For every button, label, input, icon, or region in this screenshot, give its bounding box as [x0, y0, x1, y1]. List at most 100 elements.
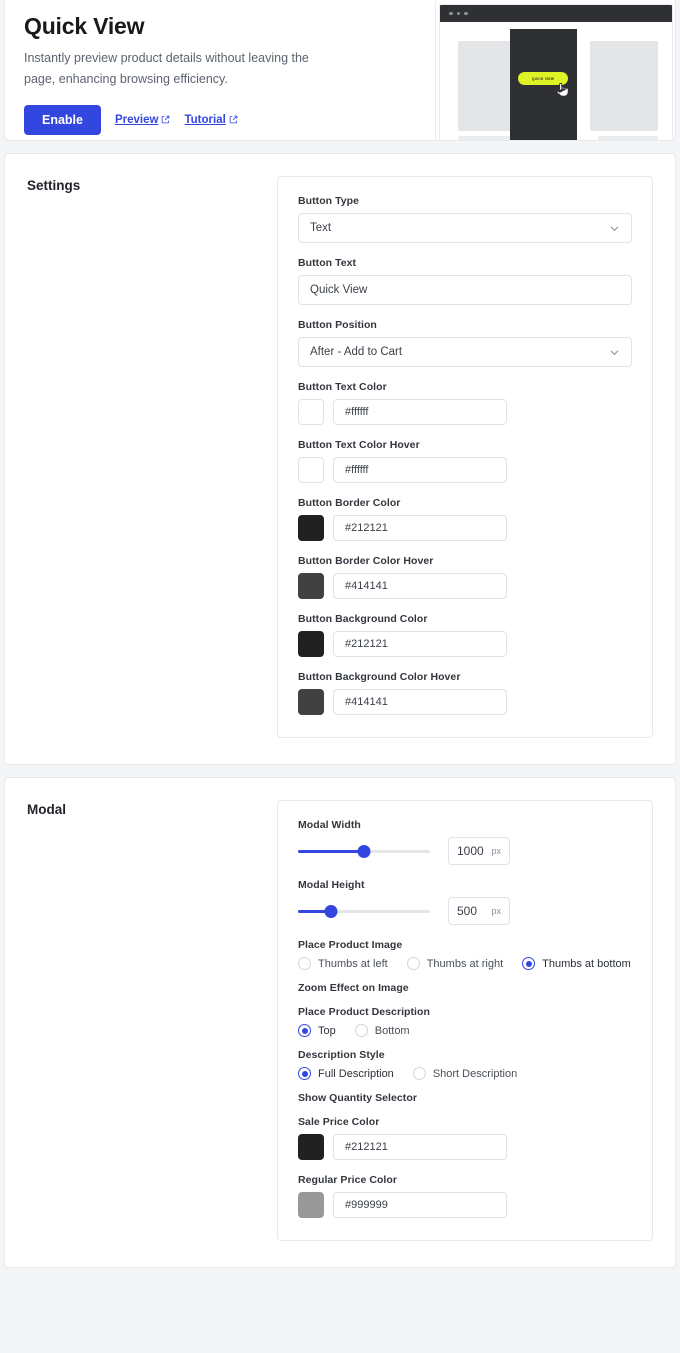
color-swatch[interactable]: [298, 573, 324, 599]
toggle-knob: [285, 1112, 296, 1123]
color-label: Button Background Color: [298, 613, 428, 625]
color-swatch[interactable]: [298, 457, 324, 483]
field-place-product-image: Place Product Image Thumbs at left Thumb…: [298, 939, 632, 970]
color-swatch[interactable]: [298, 631, 324, 657]
radio-label: Bottom: [374, 1024, 410, 1037]
color-hex-input[interactable]: #ffffff: [333, 399, 507, 425]
radio-icon-selected: [298, 1024, 311, 1037]
radio-label: Thumbs at left: [318, 957, 388, 970]
color-picker-row: #414141: [298, 573, 632, 599]
button-type-value: Text: [310, 222, 332, 234]
modal-width-value: 1000: [457, 844, 484, 858]
color-hex-input[interactable]: #212121: [333, 1134, 507, 1160]
window-dot-icon: [456, 11, 460, 16]
field-modal-height: Modal Height 500 px: [298, 879, 632, 925]
field-zoom-effect: Zoom Effect on Image: [285, 982, 632, 1013]
color-picker-row: #414141: [298, 689, 632, 715]
external-link-icon: [162, 116, 170, 124]
field-sale-price-color: Sale Price Color #212121: [298, 1116, 632, 1160]
radio-icon-selected: [522, 957, 536, 970]
place-product-description-radios: Top Bottom: [298, 1024, 632, 1037]
modal-height-slider[interactable]: [298, 903, 430, 919]
color-hex-value: #212121: [345, 1141, 388, 1153]
text-placeholder: [598, 136, 658, 140]
radio-label: Thumbs at bottom: [542, 957, 631, 970]
browser-mockup: QUICK VIEW: [439, 4, 673, 140]
color-label: Button Border Color: [298, 497, 401, 509]
zoom-effect-label: Zoom Effect on Image: [298, 982, 409, 994]
radio-description-top[interactable]: Top: [298, 1024, 336, 1037]
place-product-description-label: Place Product Description: [298, 1006, 430, 1018]
radio-short-description[interactable]: Short Description: [412, 1067, 518, 1080]
color-hex-input[interactable]: #ffffff: [333, 457, 507, 483]
color-swatch[interactable]: [298, 515, 324, 541]
radio-icon: [406, 957, 420, 970]
slider-thumb[interactable]: [324, 904, 338, 918]
radio-icon: [354, 1024, 368, 1037]
modal-height-unit: px: [491, 906, 501, 916]
button-text-input[interactable]: Quick View: [298, 275, 632, 305]
browser-content: QUICK VIEW: [440, 22, 672, 140]
button-position-select[interactable]: After - Add to Cart: [298, 337, 632, 367]
modal-section: Modal Modal Width 1000 px Modal Height 5…: [4, 777, 676, 1268]
modal-fields-panel: Modal Width 1000 px Modal Height 500 px …: [277, 800, 653, 1241]
radio-thumbs-at-left[interactable]: Thumbs at left: [298, 957, 388, 970]
header-actions: Enable Preview Tutorial: [24, 104, 435, 136]
modal-width-row: 1000 px: [298, 837, 632, 865]
color-label: Button Text Color Hover: [298, 439, 420, 451]
radio-thumbs-at-bottom[interactable]: Thumbs at bottom: [522, 957, 631, 970]
color-swatch[interactable]: [298, 399, 324, 425]
field-button-background-color: Button Background Color #212121: [298, 613, 632, 657]
radio-label: Short Description: [432, 1067, 518, 1080]
color-swatch[interactable]: [298, 1134, 324, 1160]
show-quantity-selector-label: Show Quantity Selector: [298, 1092, 417, 1104]
button-type-label: Button Type: [298, 195, 360, 207]
color-swatch[interactable]: [298, 689, 324, 715]
radio-full-description[interactable]: Full Description: [298, 1067, 394, 1080]
page-title: Quick View: [24, 13, 145, 39]
color-hex-input[interactable]: #212121: [333, 631, 507, 657]
tutorial-link[interactable]: Tutorial: [184, 113, 238, 126]
button-position-label: Button Position: [298, 319, 377, 331]
modal-height-row: 500 px: [298, 897, 632, 925]
color-picker-row: #ffffff: [298, 399, 632, 425]
tutorial-link-label: Tutorial: [184, 113, 226, 126]
field-button-type: Button Type Text: [298, 195, 632, 243]
preview-link[interactable]: Preview: [115, 114, 170, 126]
slider-fill: [298, 849, 364, 853]
color-label: Button Text Color: [298, 381, 387, 393]
description-style-label: Description Style: [298, 1049, 385, 1061]
color-swatch[interactable]: [298, 1192, 324, 1218]
field-show-quantity-selector: Show Quantity Selector: [285, 1092, 632, 1123]
color-hex-input[interactable]: #414141: [333, 689, 507, 715]
product-placeholder: [590, 41, 658, 131]
radio-thumbs-at-right[interactable]: Thumbs at right: [406, 957, 504, 970]
modal-height-input[interactable]: 500 px: [448, 897, 510, 925]
button-type-select[interactable]: Text: [298, 213, 632, 243]
slider-thumb[interactable]: [357, 844, 371, 858]
header-info: Quick View Instantly preview product det…: [5, 0, 435, 136]
field-description-style: Description Style Full Description Short…: [298, 1049, 632, 1080]
radio-description-bottom[interactable]: Bottom: [354, 1024, 410, 1037]
button-text-value: Quick View: [310, 284, 368, 296]
field-button-background-color-hover: Button Background Color Hover #414141: [298, 671, 632, 715]
color-hex-input[interactable]: #212121: [333, 515, 507, 541]
enable-button[interactable]: Enable: [24, 104, 101, 136]
color-hex-input[interactable]: #999999: [333, 1192, 507, 1218]
browser-titlebar: [440, 5, 672, 22]
modal-width-slider[interactable]: [298, 843, 430, 859]
chevron-down-icon: [610, 226, 619, 231]
field-regular-price-color: Regular Price Color #999999: [298, 1174, 632, 1218]
settings-section: Settings Button Type Text Button Text Qu…: [4, 153, 676, 765]
preview-link-label: Preview: [115, 113, 159, 126]
color-hex-input[interactable]: #414141: [333, 573, 507, 599]
modal-width-input[interactable]: 1000 px: [448, 837, 510, 865]
app-header-card: Quick View Instantly preview product det…: [4, 0, 676, 141]
modal-height-value: 500: [457, 904, 478, 918]
radio-label: Thumbs at right: [426, 957, 504, 970]
field-button-text-color: Button Text Color #ffffff: [298, 381, 632, 425]
field-button-text: Button Text Quick View: [298, 257, 632, 305]
field-button-border-color-hover: Button Border Color Hover #414141: [298, 555, 632, 599]
button-text-label: Button Text: [298, 257, 357, 269]
modal-section-title: Modal: [27, 802, 66, 817]
